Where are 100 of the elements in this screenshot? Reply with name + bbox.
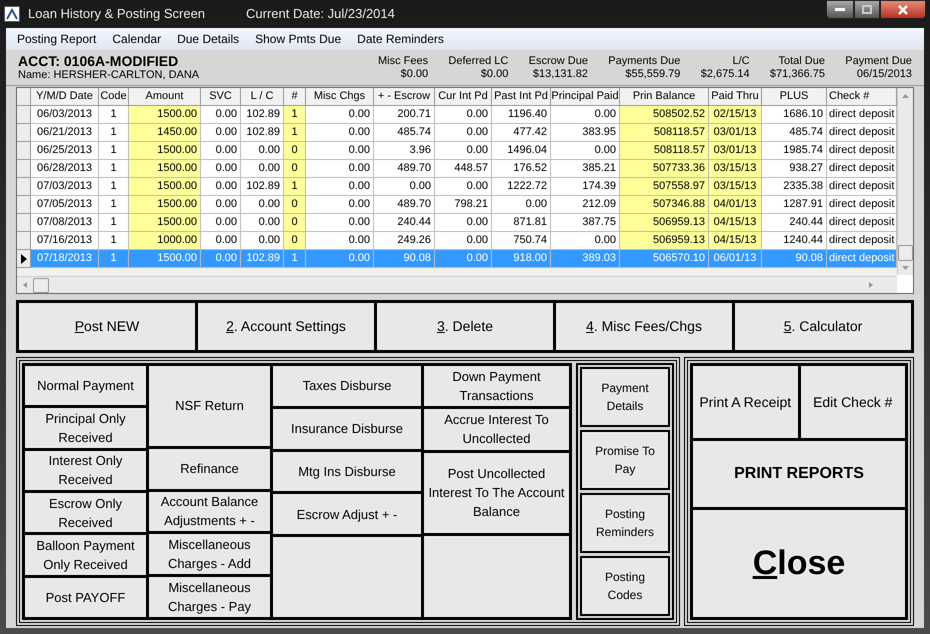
scroll-right-icon[interactable] <box>869 282 873 288</box>
action-button[interactable]: 3. Delete <box>377 303 553 350</box>
posting-button[interactable]: Down Payment Transactions <box>424 366 569 406</box>
menu-item[interactable]: Posting Report <box>9 29 104 49</box>
account-name: Name: HERSHER-CARLTON, DANA <box>18 68 200 82</box>
posting-button[interactable]: Taxes Disburse <box>273 366 421 406</box>
current-date: Current Date: Jul/23/2014 <box>246 5 395 24</box>
table-cell: 750.74 <box>492 232 551 250</box>
column-header[interactable]: # <box>284 88 306 106</box>
table-cell: 1985.74 <box>762 142 827 160</box>
column-header[interactable]: Past Int Pd <box>492 88 551 106</box>
menu-item[interactable]: Due Details <box>169 29 248 49</box>
posting-button[interactable]: Interest Only Received <box>25 450 146 490</box>
table-cell: 212.09 <box>551 196 620 214</box>
posting-button[interactable]: Balloon Payment Only Received <box>25 535 146 575</box>
posting-button[interactable]: Mtg Ins Disburse <box>273 452 421 492</box>
posting-button[interactable]: Escrow Only Received <box>25 492 146 532</box>
column-header[interactable]: Paid Thru <box>709 88 762 106</box>
close-window-button[interactable] <box>880 0 926 19</box>
posting-button[interactable]: Accrue Interest To Uncollected <box>424 409 569 450</box>
summary-label: Deferred LC <box>448 54 508 68</box>
row-header[interactable] <box>17 250 31 268</box>
table-cell: 507733.36 <box>620 160 709 178</box>
menu-item[interactable]: Date Reminders <box>349 29 452 49</box>
table-cell: 06/21/2013 <box>31 124 99 142</box>
posting-button[interactable]: NSF Return <box>149 366 270 446</box>
table-cell: 1222.72 <box>492 178 551 196</box>
column-header[interactable]: Misc Chgs <box>306 88 374 106</box>
posting-button[interactable]: Post PAYOFF <box>25 578 146 617</box>
column-header[interactable]: Y/M/D Date <box>31 88 99 106</box>
table-cell: 02/15/13 <box>709 106 762 124</box>
action-button[interactable]: Post NEW <box>19 303 195 350</box>
close-button[interactable]: Close <box>693 510 905 617</box>
table-cell: direct deposit <box>827 160 897 178</box>
horizontal-scrollbar[interactable] <box>17 276 897 293</box>
posting-button[interactable]: Normal Payment <box>25 366 146 406</box>
table-cell: 06/28/2013 <box>31 160 99 178</box>
scroll-thumb[interactable] <box>33 278 49 292</box>
column-header[interactable]: Check # <box>827 88 897 106</box>
receipt-button[interactable]: Print A Receipt <box>693 366 798 438</box>
scroll-down-icon[interactable] <box>902 266 909 270</box>
column-header[interactable]: Amount <box>129 88 201 106</box>
summary-value: $2,675.14 <box>700 68 750 80</box>
action-button[interactable]: 4. Misc Fees/Chgs <box>556 303 732 350</box>
menu-item[interactable]: Show Pmts Due <box>247 29 350 49</box>
posting-button[interactable]: Escrow Adjust + - <box>273 494 421 534</box>
table-cell: 90.08 <box>374 250 435 268</box>
table-cell: 0.00 <box>435 232 492 250</box>
table-cell: 0.00 <box>306 232 374 250</box>
maximize-button[interactable] <box>854 0 880 19</box>
table-cell: 485.74 <box>762 124 827 142</box>
vertical-scrollbar[interactable] <box>897 88 913 275</box>
column-header[interactable]: Prin Balance <box>620 88 709 106</box>
scroll-thumb[interactable] <box>898 245 913 261</box>
table-cell: 938.27 <box>762 160 827 178</box>
table-cell: 0.00 <box>241 142 284 160</box>
posting-button[interactable]: Miscellaneous Charges - Pay <box>149 577 270 617</box>
posting-button[interactable]: Account Balance Adjustments + - <box>149 492 270 532</box>
side-button[interactable]: Payment Details <box>580 367 670 427</box>
table-cell: 0.00 <box>201 214 241 232</box>
account-number: ACCT: 0106A-MODIFIED <box>18 54 180 68</box>
column-header[interactable]: PLUS <box>762 88 827 106</box>
posting-button[interactable]: Refinance <box>149 448 270 488</box>
column-header[interactable]: Cur Int Pd <box>435 88 492 106</box>
side-button[interactable]: Posting Reminders <box>580 493 670 553</box>
column-header[interactable]: Principal Paid <box>551 88 620 106</box>
table-cell: 1287.91 <box>762 196 827 214</box>
table-cell: 0.00 <box>551 232 620 250</box>
table-cell: 1500.00 <box>129 250 201 268</box>
column-header[interactable]: L / C <box>241 88 284 106</box>
table-cell: 1 <box>99 142 129 160</box>
posting-button[interactable]: Post Uncollected Interest To The Account Balance <box>424 452 569 534</box>
column-header[interactable]: Code <box>99 88 129 106</box>
table-cell: 485.74 <box>374 124 435 142</box>
table-cell: 102.89 <box>241 178 284 196</box>
table-cell: 03/01/13 <box>709 124 762 142</box>
table-cell: 0.00 <box>201 250 241 268</box>
print-reports-button[interactable]: PRINT REPORTS <box>693 441 905 507</box>
posting-button[interactable]: Insurance Disburse <box>273 408 421 449</box>
action-button[interactable]: 5. Calculator <box>735 303 911 350</box>
scroll-left-icon[interactable] <box>23 282 27 288</box>
scroll-up-icon[interactable] <box>902 94 909 98</box>
menu-item[interactable]: Calendar <box>104 29 170 49</box>
action-button[interactable]: 2. Account Settings <box>198 303 374 350</box>
grid-corner[interactable] <box>17 88 31 106</box>
column-header[interactable]: SVC <box>201 88 241 106</box>
table-cell: 0 <box>284 142 306 160</box>
column-header[interactable]: + - Escrow <box>374 88 435 106</box>
posting-button[interactable]: Principal Only Received <box>25 408 146 448</box>
table-cell: 0.00 <box>241 196 284 214</box>
table-cell: 2335.38 <box>762 178 827 196</box>
receipt-button[interactable]: Edit Check # <box>800 366 905 438</box>
posting-button[interactable]: Miscellaneous Charges - Add <box>149 534 270 574</box>
side-button[interactable]: Posting Codes <box>580 556 670 616</box>
table-cell: direct deposit <box>827 196 897 214</box>
table-cell: 07/08/2013 <box>31 214 99 232</box>
minimize-button[interactable] <box>826 0 854 19</box>
table-cell: 489.70 <box>374 196 435 214</box>
side-button[interactable]: Promise To Pay <box>580 430 670 490</box>
table-cell: 506570.10 <box>620 250 709 268</box>
